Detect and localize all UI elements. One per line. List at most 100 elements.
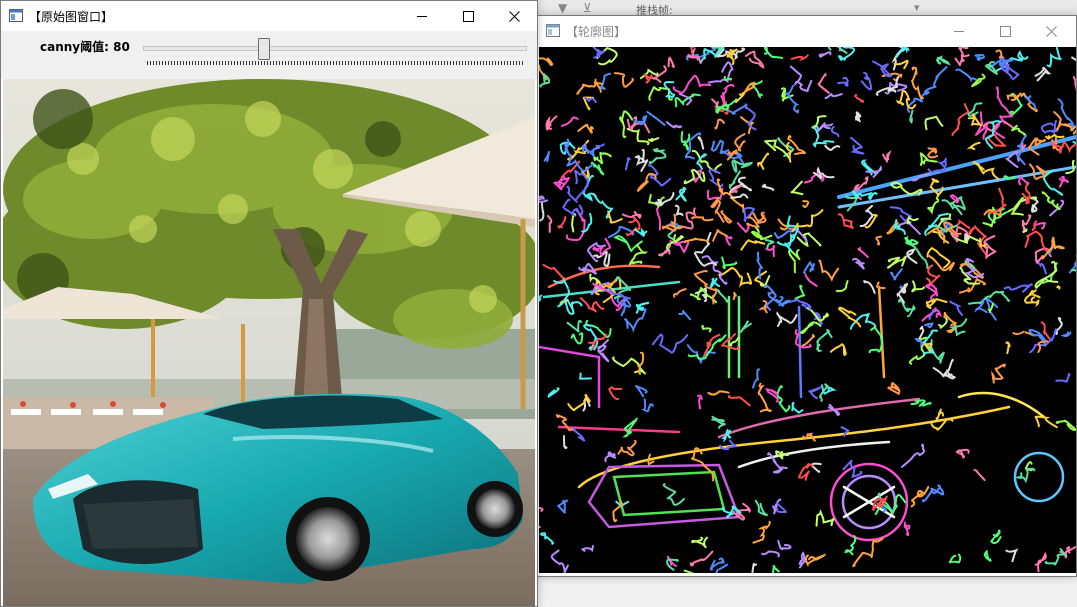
contour-stroke — [701, 324, 712, 333]
contour-stroke — [936, 55, 951, 66]
trackbar-track[interactable] — [143, 46, 527, 51]
contour-stroke — [570, 332, 584, 345]
contour-stroke — [1034, 415, 1058, 429]
contour-stroke — [560, 116, 579, 127]
contour-stroke — [955, 68, 978, 83]
contour-stroke — [539, 532, 555, 545]
contour-stroke — [895, 90, 917, 110]
contour-stroke — [974, 53, 985, 61]
title-bar[interactable]: 【轮廓图】 — [538, 16, 1076, 46]
contour-image-window[interactable]: 【轮廓图】 — [537, 15, 1077, 577]
contour-stroke — [938, 317, 948, 329]
contour-stroke — [633, 148, 649, 172]
contour-stroke — [710, 196, 725, 223]
minimize-button[interactable] — [399, 1, 445, 31]
contour-stroke — [608, 386, 623, 400]
contour-stroke — [757, 382, 773, 413]
contour-stroke — [697, 136, 705, 150]
contour-stroke — [635, 301, 650, 314]
maximize-button[interactable] — [982, 16, 1028, 46]
contour-stroke — [761, 550, 780, 558]
contour-stroke — [651, 333, 689, 354]
contour-stroke — [763, 47, 784, 59]
contour-stroke — [995, 86, 1014, 125]
contour-stroke — [776, 385, 791, 413]
contour-stroke — [928, 255, 955, 272]
contour-stroke — [906, 215, 919, 225]
contour-stroke — [909, 109, 914, 124]
contour-stroke — [691, 216, 714, 222]
contour-stroke — [815, 122, 834, 134]
minimize-button[interactable] — [936, 16, 982, 46]
contour-stroke — [646, 110, 666, 126]
trackbar-thumb[interactable] — [257, 38, 270, 60]
contour-stroke — [863, 280, 876, 294]
contour-stroke — [926, 147, 939, 159]
contour-stroke — [1046, 47, 1062, 68]
contour-stroke — [859, 204, 874, 228]
contour-stroke — [739, 320, 752, 333]
close-button[interactable] — [491, 1, 537, 31]
contour-stroke — [673, 288, 687, 298]
contour-stroke — [808, 385, 823, 400]
contour-stroke — [680, 131, 691, 151]
contour-stroke — [801, 333, 816, 347]
contour-stroke — [948, 553, 962, 564]
original-image — [3, 79, 535, 606]
app-window-icon — [546, 24, 560, 37]
contour-stroke — [665, 121, 683, 129]
contour-stroke — [616, 296, 632, 317]
contour-stroke — [1071, 56, 1076, 62]
contour-stroke — [775, 450, 790, 460]
contour-stroke — [721, 256, 738, 270]
contour-stroke — [829, 343, 847, 356]
contour-stroke — [1034, 551, 1047, 573]
contour-stroke — [872, 60, 893, 78]
contour-stroke — [1044, 548, 1067, 566]
contour-stroke — [1041, 191, 1061, 211]
contour-stroke — [578, 372, 592, 380]
contour-stroke — [911, 66, 924, 100]
contour-stroke — [567, 394, 591, 412]
contour-image — [539, 47, 1076, 573]
contour-stroke — [857, 247, 869, 258]
close-button[interactable] — [1028, 16, 1074, 46]
maximize-button[interactable] — [445, 1, 491, 31]
contour-stroke — [955, 448, 970, 459]
contour-stroke — [990, 529, 1002, 544]
contour-stroke — [764, 139, 791, 160]
contour-stroke — [655, 192, 675, 207]
contour-stroke — [607, 210, 623, 224]
contour-stroke — [1028, 328, 1047, 347]
contour-stroke — [550, 549, 569, 573]
contour-stroke — [712, 229, 728, 242]
contour-stroke — [583, 324, 599, 351]
contour-stroke — [842, 459, 863, 479]
contour-stroke — [971, 73, 986, 88]
contour-stroke — [1072, 76, 1076, 91]
contour-stroke — [906, 248, 918, 264]
contour-stroke — [898, 221, 922, 235]
contour-stroke — [835, 280, 849, 293]
contour-stroke — [1055, 372, 1071, 383]
original-image-window[interactable]: 【原始图窗口】 canny阈值: 80 — [0, 0, 538, 607]
contour-stroke — [919, 66, 948, 102]
contour-stroke — [592, 47, 606, 59]
contour-stroke — [641, 398, 654, 413]
contour-stroke — [745, 50, 765, 69]
contour-stroke — [1060, 331, 1072, 338]
contour-stroke — [686, 344, 716, 364]
contour-stroke — [1034, 260, 1059, 290]
contour-stroke — [734, 133, 746, 152]
contour-stroke — [750, 226, 773, 241]
contour-stroke — [1003, 283, 1033, 293]
contour-stroke — [674, 204, 684, 217]
contour-stroke — [837, 213, 854, 230]
contour-stroke — [697, 394, 703, 410]
contour-stroke — [761, 183, 775, 191]
contour-stroke — [973, 468, 986, 481]
title-bar[interactable]: 【原始图窗口】 — [1, 1, 537, 31]
contour-stroke — [564, 298, 583, 315]
contour-stroke — [589, 273, 601, 284]
contour-stroke — [995, 49, 1004, 59]
